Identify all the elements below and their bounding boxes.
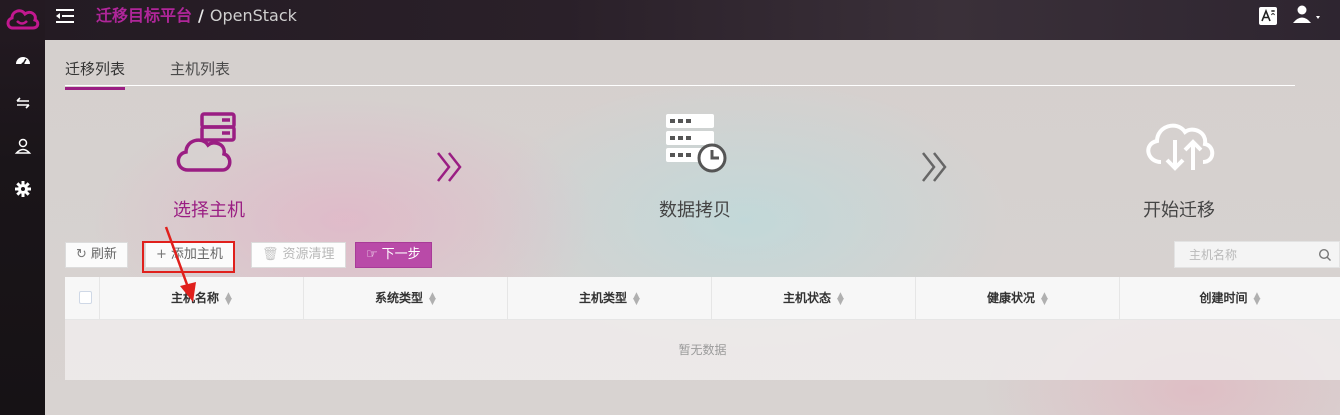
step-label-data-copy: 数据拷贝: [659, 200, 731, 221]
refresh-label: 刷新: [90, 247, 117, 262]
tab-bar: 迁移列表 主机列表: [65, 54, 1295, 90]
column-label: 主机名称: [171, 291, 220, 305]
refresh-icon: ↻: [76, 247, 87, 262]
sort-icon: ▲ ▼: [837, 290, 844, 307]
column-label: 系统类型: [375, 291, 424, 305]
double-chevron-right-icon: [437, 152, 462, 182]
gear-icon[interactable]: [13, 179, 33, 199]
column-label: 创建时间: [1199, 291, 1248, 305]
step-label-start-migration: 开始迁移: [1143, 200, 1215, 221]
language-icon[interactable]: [1259, 7, 1277, 25]
tab-migration-list[interactable]: 迁移列表: [65, 58, 126, 90]
sort-icon: ▲ ▼: [1253, 290, 1261, 307]
breadcrumb-current: OpenStack: [209, 6, 297, 25]
trash-icon: 🗑: [262, 247, 279, 262]
user-avatar-icon[interactable]: [1292, 4, 1324, 26]
host-table: 主机名称 ▲ ▼ 系统类型 ▲ ▼ 主机类型 ▲ ▼ 主机状态 ▲ ▼ 健康状况 ▲ ▼ 创建时间 ▲…: [65, 277, 1340, 380]
double-chevron-right-icon: [922, 152, 947, 182]
step-label-select-host: 选择主机: [173, 200, 245, 221]
main-content: 迁移列表 主机列表 选择主机 数据拷贝 开始迁移 ↻ 刷新 + 添加主机 🗑 资…: [45, 40, 1340, 415]
column-created-time[interactable]: 创建时间 ▲ ▼: [1119, 277, 1340, 320]
user-manage-icon[interactable]: [13, 136, 33, 156]
refresh-button[interactable]: ↻ 刷新: [65, 242, 128, 268]
tab-host-list[interactable]: 主机列表: [170, 58, 230, 87]
top-bar: 迁移目标平台 / OpenStack: [45, 0, 1340, 40]
column-health[interactable]: 健康状况 ▲ ▼: [915, 277, 1119, 320]
server-clock-icon: [666, 114, 727, 173]
transfer-icon[interactable]: [13, 93, 33, 113]
column-host-type[interactable]: 主机类型 ▲ ▼: [507, 277, 711, 320]
breadcrumb-separator: /: [198, 6, 204, 25]
cleanup-label: 资源清理: [282, 247, 335, 262]
table-header: 主机名称 ▲ ▼ 系统类型 ▲ ▼ 主机类型 ▲ ▼ 主机状态 ▲ ▼ 健康状况 ▲ ▼ 创建时间 ▲…: [65, 277, 1340, 320]
chevron-down-icon: [1316, 16, 1320, 19]
column-host-status[interactable]: 主机状态 ▲ ▼: [711, 277, 915, 320]
step-data-copy: 数据拷贝: [595, 110, 795, 222]
next-step-label: 下一步: [381, 247, 421, 262]
cloud-logo-icon[interactable]: [4, 5, 40, 33]
next-step-button[interactable]: ☞ 下一步: [355, 242, 432, 268]
empty-state: 暂无数据: [65, 320, 1340, 380]
column-label: 主机类型: [579, 291, 628, 305]
left-nav: [0, 0, 45, 415]
step-select-host: 选择主机: [109, 110, 309, 222]
step-start-migration: 开始迁移: [1079, 110, 1279, 222]
search-box: [1174, 241, 1340, 268]
cloud-server-icon: [176, 112, 236, 172]
select-all-checkbox[interactable]: [79, 291, 92, 304]
column-host-name[interactable]: 主机名称 ▲ ▼: [99, 277, 303, 320]
dashboard-icon[interactable]: [13, 50, 33, 70]
column-label: 健康状况: [987, 291, 1036, 305]
search-input[interactable]: [1175, 242, 1305, 267]
highlight-box: [142, 241, 235, 273]
cloud-transfer-icon: [1146, 123, 1215, 171]
breadcrumb-root[interactable]: 迁移目标平台: [96, 6, 192, 25]
sort-icon: ▲ ▼: [429, 290, 436, 307]
column-os-type[interactable]: 系统类型 ▲ ▼: [303, 277, 507, 320]
sort-icon: ▲ ▼: [225, 290, 232, 307]
thumbs-up-icon: ☞: [366, 247, 378, 262]
breadcrumb: 迁移目标平台 / OpenStack: [96, 6, 297, 26]
search-icon[interactable]: [1318, 248, 1332, 262]
menu-toggle-icon[interactable]: [56, 8, 74, 24]
sort-icon: ▲ ▼: [633, 290, 640, 307]
column-label: 主机状态: [783, 291, 832, 305]
cleanup-button[interactable]: 🗑 资源清理: [251, 242, 346, 268]
sort-icon: ▲ ▼: [1041, 290, 1048, 307]
